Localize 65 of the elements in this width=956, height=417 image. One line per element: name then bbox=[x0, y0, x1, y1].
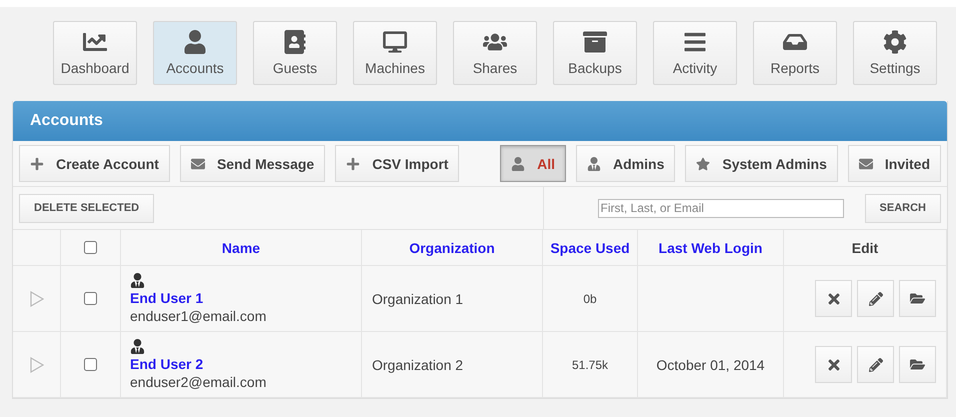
user-avatar-icon bbox=[130, 339, 145, 354]
folder-button[interactable] bbox=[899, 280, 936, 317]
user-email: enduser2@email.com bbox=[130, 374, 266, 390]
nav-tab[interactable]: Accounts bbox=[153, 21, 237, 85]
nav-tab[interactable]: Backups bbox=[553, 21, 637, 85]
organization-cell: Organization 2 bbox=[372, 356, 464, 372]
delete-selected-button[interactable]: DELETE SELECTED bbox=[19, 194, 154, 222]
column-header[interactable]: Organization bbox=[409, 240, 495, 256]
folder-icon bbox=[910, 357, 925, 372]
close-icon bbox=[826, 356, 842, 372]
nav-tab[interactable]: Reports bbox=[753, 21, 837, 85]
nav-tab[interactable]: Dashboard bbox=[53, 21, 137, 85]
settings-icon bbox=[883, 30, 907, 54]
search-field[interactable]: First, Last, or Email bbox=[598, 198, 844, 218]
envelope-icon bbox=[858, 156, 873, 170]
nav-tab[interactable]: Settings bbox=[853, 21, 937, 85]
monitor-icon bbox=[383, 30, 407, 54]
pencil-icon bbox=[868, 358, 882, 372]
edit-button[interactable] bbox=[857, 280, 894, 317]
plus-icon bbox=[30, 156, 44, 170]
filter-button[interactable]: System Admins bbox=[685, 145, 838, 182]
filter-button[interactable]: Invited bbox=[848, 145, 941, 182]
user-name-link[interactable]: End User 2 bbox=[130, 356, 204, 372]
filter-button[interactable]: All bbox=[500, 145, 566, 182]
nav-tab[interactable]: Machines bbox=[353, 21, 437, 85]
action-button[interactable]: Create Account bbox=[19, 145, 170, 182]
panel-title: Accounts bbox=[30, 112, 103, 130]
user-avatar-icon bbox=[130, 273, 145, 288]
action-button[interactable]: CSV Import bbox=[335, 145, 460, 182]
envelope-icon bbox=[190, 156, 205, 170]
filter-button[interactable]: Admins bbox=[576, 145, 676, 182]
nav-tab[interactable]: Activity bbox=[653, 21, 737, 85]
list-icon bbox=[683, 30, 707, 54]
last-login-cell: October 01, 2014 bbox=[656, 356, 765, 372]
delete-button[interactable] bbox=[815, 280, 852, 317]
row-checkbox[interactable] bbox=[84, 292, 97, 305]
column-header[interactable]: Space Used bbox=[550, 240, 630, 256]
chart-icon bbox=[83, 30, 107, 54]
user-name-link[interactable]: End User 1 bbox=[130, 290, 204, 306]
star-icon bbox=[696, 156, 710, 170]
user-icon bbox=[183, 30, 207, 54]
cabinet-icon bbox=[583, 30, 607, 54]
plus-icon bbox=[346, 156, 360, 170]
user-email: enduser1@email.com bbox=[130, 308, 266, 324]
organization-cell: Organization 1 bbox=[372, 290, 464, 306]
nav-tab[interactable]: Shares bbox=[453, 21, 537, 85]
address-book-icon bbox=[283, 30, 307, 54]
column-header[interactable]: Name bbox=[222, 240, 260, 256]
edit-button[interactable] bbox=[857, 346, 894, 383]
folder-icon bbox=[910, 291, 925, 306]
folder-button[interactable] bbox=[899, 346, 936, 383]
row-checkbox[interactable] bbox=[84, 358, 97, 371]
space-used-cell: 51.75k bbox=[572, 358, 608, 372]
user-icon bbox=[511, 156, 526, 170]
column-header: Edit bbox=[852, 240, 878, 256]
space-used-cell: 0b bbox=[583, 292, 597, 306]
nav-tab[interactable]: Guests bbox=[253, 21, 337, 85]
user-tie-icon bbox=[587, 156, 602, 170]
delete-button[interactable] bbox=[815, 346, 852, 383]
column-header[interactable]: Last Web Login bbox=[658, 240, 762, 256]
close-icon bbox=[826, 290, 842, 306]
search-button[interactable]: SEARCH bbox=[864, 194, 941, 222]
pencil-icon bbox=[868, 292, 882, 306]
select-all-checkbox[interactable] bbox=[84, 241, 97, 254]
action-button[interactable]: Send Message bbox=[180, 145, 326, 182]
